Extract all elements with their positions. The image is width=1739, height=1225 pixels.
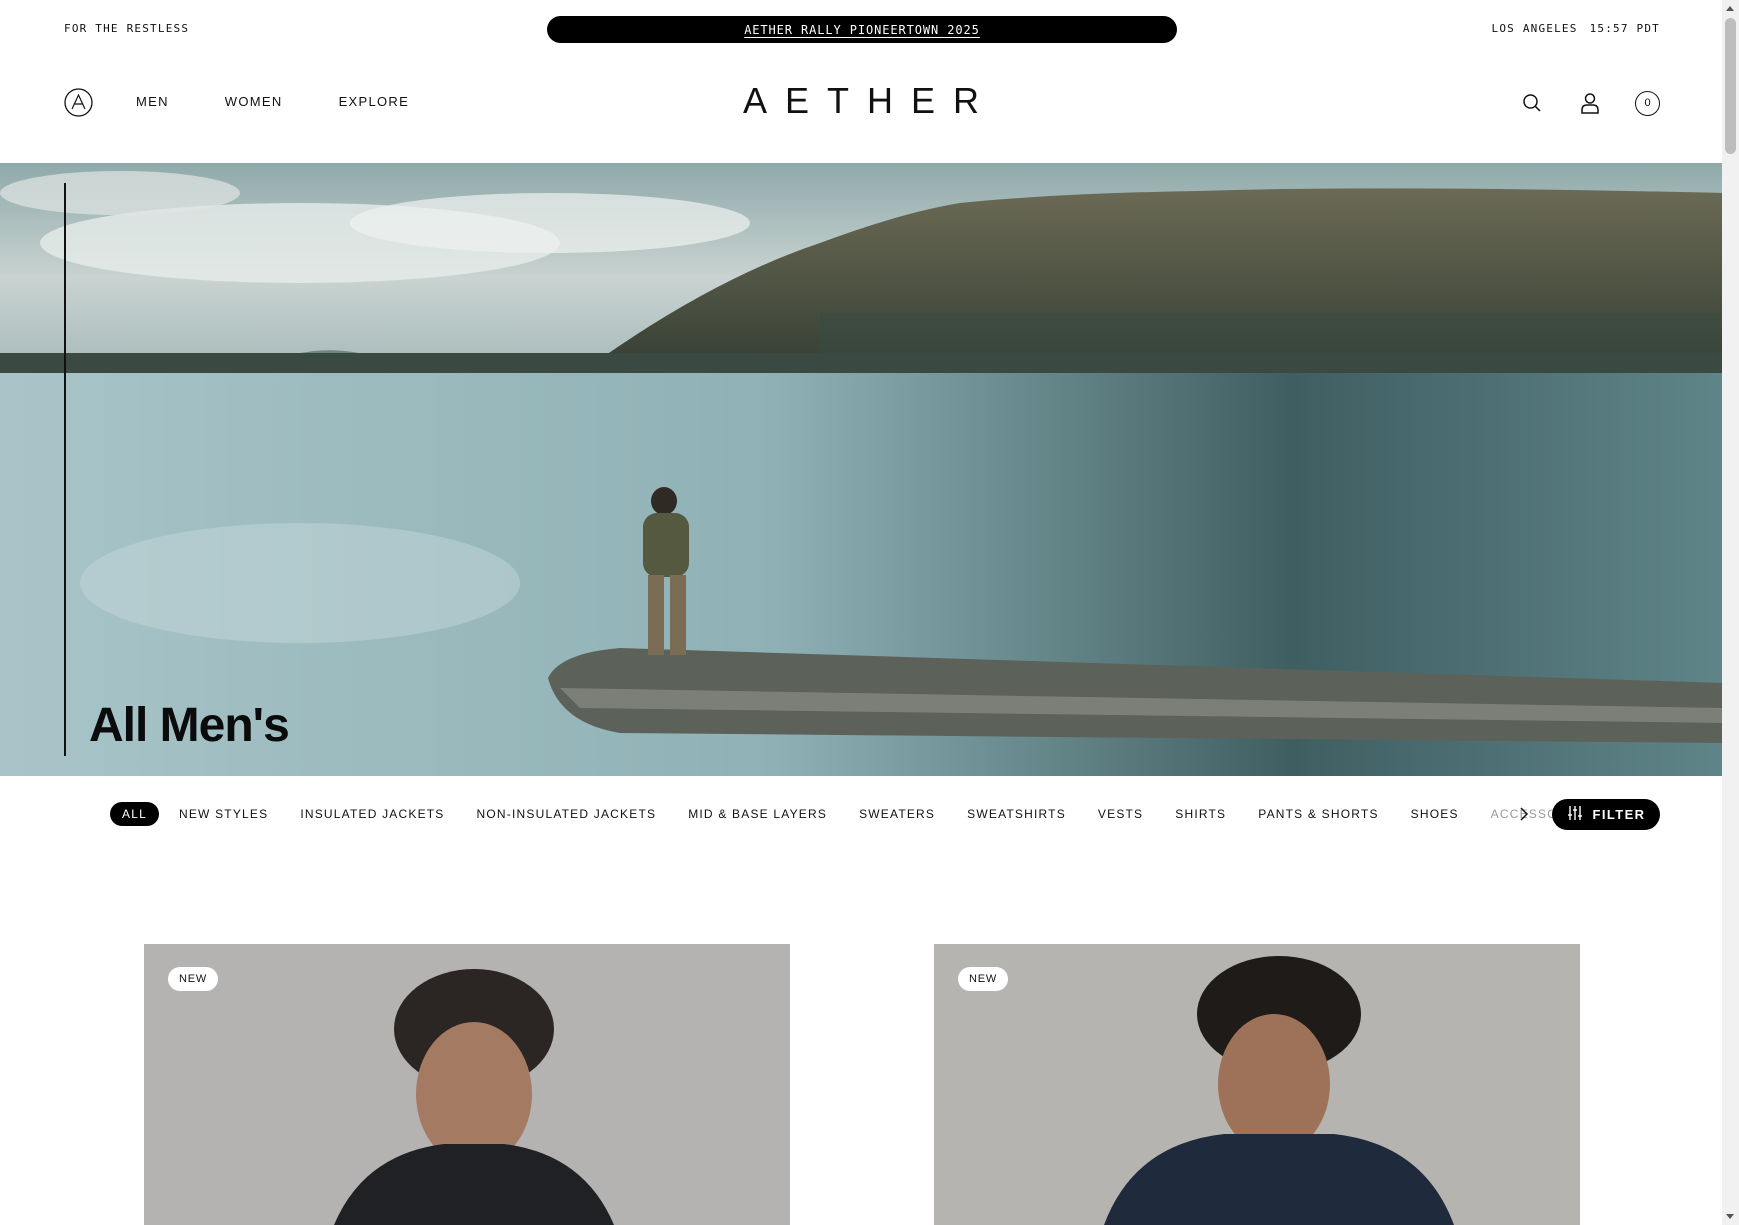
chevron-right-icon[interactable] bbox=[1516, 806, 1532, 822]
product-card[interactable]: NEW bbox=[934, 944, 1580, 1225]
sliders-icon bbox=[1567, 806, 1583, 823]
hero-image bbox=[0, 163, 1724, 776]
scrollbar-thumb[interactable] bbox=[1725, 18, 1736, 154]
promo-banner[interactable]: AETHER RALLY PIONEERTOWN 2025 bbox=[547, 16, 1177, 43]
category-pants-shorts[interactable]: PANTS & SHORTS bbox=[1258, 807, 1378, 821]
scroll-down-icon[interactable] bbox=[1726, 1214, 1734, 1219]
tagline: FOR THE RESTLESS bbox=[64, 22, 190, 35]
cart-icon[interactable]: 0 bbox=[1635, 90, 1660, 116]
filter-label: FILTER bbox=[1592, 807, 1646, 822]
category-shirts[interactable]: SHIRTS bbox=[1175, 807, 1226, 821]
new-badge: NEW bbox=[168, 967, 219, 991]
hero-banner: All Men's bbox=[0, 163, 1724, 776]
utility-bar: FOR THE RESTLESS AETHER RALLY PIONEERTOW… bbox=[0, 0, 1722, 58]
new-badge: NEW bbox=[958, 967, 1009, 991]
category-insulated-jackets[interactable]: INSULATED JACKETS bbox=[300, 807, 444, 821]
filter-button[interactable]: FILTER bbox=[1552, 799, 1660, 830]
category-shoes[interactable]: SHOES bbox=[1411, 807, 1459, 821]
brand-logo[interactable]: AETHER bbox=[0, 80, 1722, 122]
location-clock: LOS ANGELES 15:57 PDT bbox=[1492, 22, 1660, 35]
nav-actions: 0 bbox=[1519, 90, 1660, 116]
category-mid-base-layers[interactable]: MID & BASE LAYERS bbox=[688, 807, 827, 821]
main-nav: MEN WOMEN EXPLORE AETHER 0 bbox=[0, 58, 1722, 163]
account-icon[interactable] bbox=[1577, 90, 1603, 116]
promo-link[interactable]: AETHER RALLY PIONEERTOWN 2025 bbox=[744, 23, 980, 37]
hero-divider bbox=[64, 183, 66, 756]
city-label: LOS ANGELES bbox=[1491, 22, 1578, 35]
time-label: 15:57 PDT bbox=[1589, 22, 1660, 35]
search-icon[interactable] bbox=[1519, 90, 1545, 116]
category-sweaters[interactable]: SWEATERS bbox=[859, 807, 935, 821]
product-image bbox=[934, 944, 1580, 1225]
scroll-up-icon[interactable] bbox=[1726, 6, 1734, 11]
category-new-styles[interactable]: NEW STYLES bbox=[179, 807, 268, 821]
product-card[interactable]: NEW bbox=[144, 944, 790, 1225]
cart-count: 0 bbox=[1644, 97, 1651, 109]
category-sweatshirts[interactable]: SWEATSHIRTS bbox=[967, 807, 1066, 821]
page-scrollbar[interactable] bbox=[1722, 0, 1739, 1225]
category-vests[interactable]: VESTS bbox=[1098, 807, 1143, 821]
category-all[interactable]: ALL bbox=[110, 802, 159, 826]
page-title: All Men's bbox=[89, 699, 290, 752]
product-image bbox=[144, 944, 790, 1225]
category-filter-bar: ALL NEW STYLES INSULATED JACKETS NON-INS… bbox=[110, 799, 1619, 829]
category-non-insulated-jackets[interactable]: NON-INSULATED JACKETS bbox=[477, 807, 657, 821]
